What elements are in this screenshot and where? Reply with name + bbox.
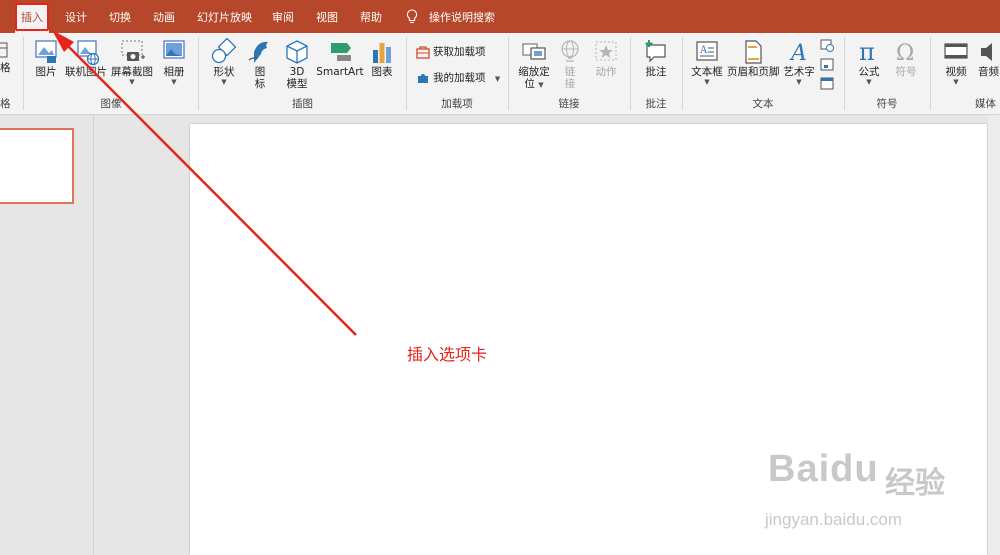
baidu-watermark-cn: 经验 [885, 466, 945, 501]
baidu-watermark-logo: Baidu [768, 448, 879, 490]
baidu-watermark-url: jingyan.baidu.com [765, 510, 903, 529]
annotation-label: 插入选项卡 [407, 345, 488, 364]
